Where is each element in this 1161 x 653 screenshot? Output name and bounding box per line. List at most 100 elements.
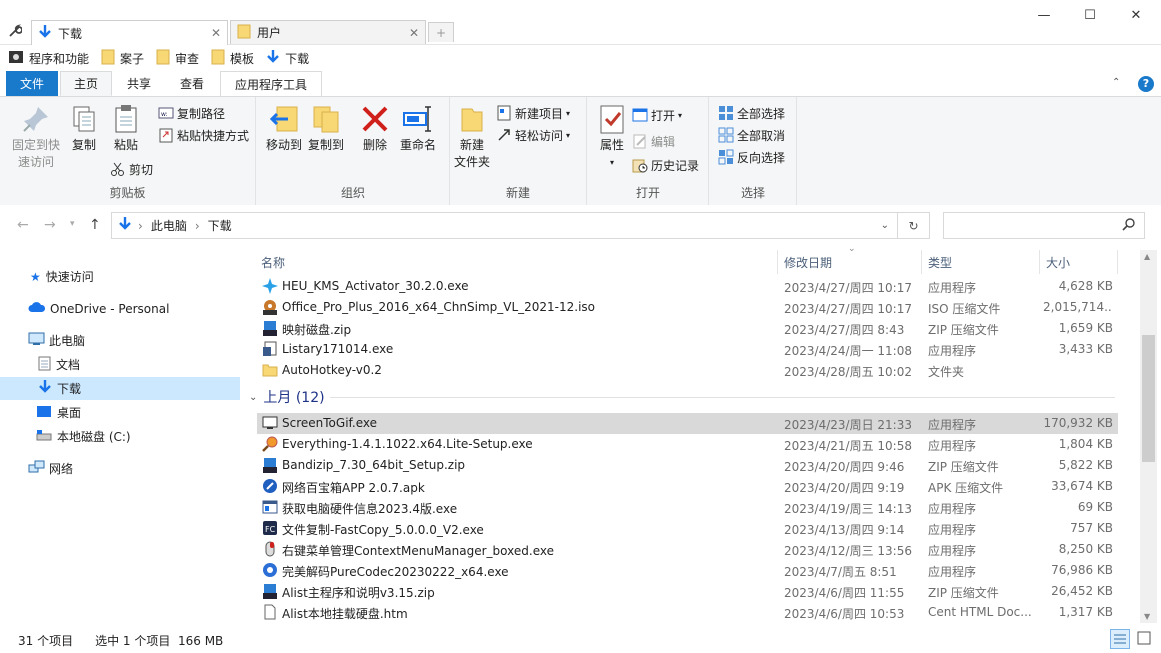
file-row[interactable]: Alist主程序和说明v3.15.zip 2023/4/6/周四 11:55 Z… xyxy=(257,581,1118,602)
copy-button[interactable]: 复制 xyxy=(64,103,104,154)
column-size[interactable]: 大小 xyxy=(1042,250,1118,274)
copy-path-icon: w: xyxy=(158,107,174,119)
group-header-last-month[interactable]: ⌄ 上月 (12) xyxy=(249,387,325,407)
file-row[interactable]: Alist本地挂载硬盘.htm 2023/4/6/周四 10:53 Cent H… xyxy=(257,602,1118,623)
breadcrumb-this-pc[interactable]: 此电脑 xyxy=(151,217,187,234)
pin-quick-access-button[interactable]: 固定到快 速访问 xyxy=(8,103,64,171)
open-button[interactable]: 打开 ▾ xyxy=(632,105,682,125)
wrench-icon[interactable] xyxy=(8,24,23,41)
favorite-programs[interactable]: 程序和功能 xyxy=(8,49,89,68)
close-button[interactable]: ✕ xyxy=(1113,4,1159,26)
nav-quick-access[interactable]: ★ 快速访问 xyxy=(0,265,240,288)
copy-to-button[interactable]: 复制到 xyxy=(305,103,347,154)
file-name: 获取电脑硬件信息2023.4版.exe xyxy=(282,502,458,516)
column-type[interactable]: 类型 xyxy=(924,250,1040,274)
tab-users[interactable]: 用户 ✕ xyxy=(230,20,426,44)
move-to-button[interactable]: 移动到 xyxy=(263,103,305,154)
rename-button[interactable]: 重命名 xyxy=(395,103,441,154)
search-input[interactable] xyxy=(943,212,1145,239)
new-folder-button[interactable]: 新建 文件夹 xyxy=(450,103,494,171)
file-row[interactable]: FC 文件复制-FastCopy_5.0.0.0_V2.exe 2023/4/1… xyxy=(257,518,1118,539)
nav-this-pc[interactable]: 此电脑 xyxy=(0,329,240,352)
back-arrow-icon[interactable]: ← xyxy=(17,217,29,233)
delete-button[interactable]: 删除 xyxy=(355,103,395,154)
file-row[interactable]: HEU_KMS_Activator_30.2.0.exe 2023/4/27/周… xyxy=(257,276,1118,297)
copy-path-button[interactable]: w: 复制路径 xyxy=(158,103,225,123)
app-window-icon xyxy=(262,499,278,515)
file-row[interactable]: 获取电脑硬件信息2023.4版.exe 2023/4/19/周三 14:13 应… xyxy=(257,497,1118,518)
file-type: 应用程序 xyxy=(928,502,977,516)
codec-icon xyxy=(262,562,278,578)
file-row[interactable]: 网络百宝箱APP 2.0.7.apk 2023/4/20/周四 9:19 APK… xyxy=(257,476,1118,497)
address-bar[interactable]: › 此电脑 › 下载 ⌄ xyxy=(111,212,898,239)
file-row[interactable]: Listary171014.exe 2023/4/24/周一 11:08 应用程… xyxy=(257,339,1118,360)
properties-button[interactable]: 属性 ▾ xyxy=(592,103,632,171)
favorite-case[interactable]: 案子 xyxy=(101,49,144,68)
group-label: 上月 (12) xyxy=(263,390,325,406)
file-name: Alist本地挂载硬盘.htm xyxy=(282,607,408,621)
favorite-template[interactable]: 模板 xyxy=(211,49,254,68)
tab-share[interactable]: 共享 xyxy=(112,71,166,96)
nav-desktop[interactable]: 桌面 xyxy=(0,401,240,424)
easy-access-button[interactable]: 轻松访问 ▾ xyxy=(496,125,570,145)
up-arrow-icon[interactable]: ↑ xyxy=(89,217,101,233)
selection-info: 选中 1 个项目 166 MB xyxy=(95,633,224,648)
minimize-button[interactable]: — xyxy=(1021,4,1067,26)
select-none-button[interactable]: 全部取消 xyxy=(718,125,785,145)
cut-button[interactable]: 剪切 xyxy=(110,159,153,179)
collapse-ribbon-icon[interactable]: ⌃ xyxy=(1112,77,1120,88)
history-button[interactable]: 历史记录 xyxy=(632,155,699,175)
favorite-review[interactable]: 审查 xyxy=(156,49,199,68)
tab-downloads[interactable]: 下载 ✕ xyxy=(31,20,228,45)
nav-local-disk[interactable]: 本地磁盘 (C:) xyxy=(0,425,240,448)
tab-app-tools[interactable]: 应用程序工具 xyxy=(220,71,322,96)
scroll-up-icon[interactable]: ▲ xyxy=(1144,252,1150,261)
column-date[interactable]: 修改日期 xyxy=(780,250,922,274)
details-view-icon[interactable] xyxy=(1110,629,1130,649)
address-dropdown-icon[interactable]: ⌄ xyxy=(881,220,889,231)
nav-onedrive[interactable]: OneDrive - Personal xyxy=(0,297,240,320)
edit-button[interactable]: 编辑 xyxy=(632,131,675,151)
help-icon[interactable]: ? xyxy=(1138,76,1154,92)
file-row[interactable]: Office_Pro_Plus_2016_x64_ChnSimp_VL_2021… xyxy=(257,297,1118,318)
tab-view[interactable]: 查看 xyxy=(166,71,218,96)
new-tab-button[interactable]: + xyxy=(428,22,454,42)
favorite-downloads[interactable]: 下载 xyxy=(266,49,309,68)
new-item-button[interactable]: 新建项目 ▾ xyxy=(496,103,570,123)
recent-locations-chevron-icon[interactable]: ▾ xyxy=(70,219,75,229)
tab-close-icon[interactable]: ✕ xyxy=(409,26,419,40)
file-row[interactable]: Everything-1.4.1.1022.x64.Lite-Setup.exe… xyxy=(257,434,1118,455)
history-icon xyxy=(632,159,648,173)
group-label: 选择 xyxy=(740,186,765,200)
nav-downloads[interactable]: 下载 xyxy=(0,377,240,400)
forward-arrow-icon[interactable]: → xyxy=(44,217,56,233)
refresh-button[interactable]: ↻ xyxy=(898,212,930,239)
open-label: 打开 xyxy=(651,108,676,123)
tab-file[interactable]: 文件 xyxy=(6,71,58,96)
nav-network[interactable]: 网络 xyxy=(0,457,240,480)
file-row[interactable]: Bandizip_7.30_64bit_Setup.zip 2023/4/20/… xyxy=(257,455,1118,476)
tab-home[interactable]: 主页 xyxy=(60,71,112,96)
paste-button[interactable]: 粘贴 xyxy=(106,103,146,154)
column-name[interactable]: 名称 xyxy=(257,250,778,274)
zip-icon xyxy=(262,583,278,599)
file-row[interactable]: 完美解码PureCodec20230222_x64.exe 2023/4/7/周… xyxy=(257,560,1118,581)
tab-close-icon[interactable]: ✕ xyxy=(211,26,221,40)
file-row[interactable]: AutoHotkey-v0.2 2023/4/28/周五 10:02 文件夹 xyxy=(257,360,1118,381)
file-row[interactable]: ScreenToGif.exe 2023/4/23/周日 21:33 应用程序 … xyxy=(257,413,1118,434)
paste-label: 粘贴 xyxy=(113,138,138,152)
large-icons-view-icon[interactable] xyxy=(1135,629,1155,649)
file-row[interactable]: 映射磁盘.zip 2023/4/27/周四 8:43 ZIP 压缩文件 1,65… xyxy=(257,318,1118,339)
file-row[interactable]: 右键菜单管理ContextMenuManager_boxed.exe 2023/… xyxy=(257,539,1118,560)
scroll-down-icon[interactable]: ▼ xyxy=(1144,612,1150,621)
file-size: 69 KB xyxy=(1077,500,1113,514)
scrollbar-thumb[interactable] xyxy=(1142,335,1155,462)
easy-access-icon xyxy=(498,129,510,141)
file-name: Bandizip_7.30_64bit_Setup.zip xyxy=(282,458,466,472)
select-all-button[interactable]: 全部选择 xyxy=(718,103,785,123)
breadcrumb-downloads[interactable]: 下载 xyxy=(208,217,232,234)
nav-documents[interactable]: 文档 xyxy=(0,353,240,376)
maximize-button[interactable]: ☐ xyxy=(1067,4,1113,26)
invert-selection-button[interactable]: 反向选择 xyxy=(718,147,785,167)
paste-shortcut-button[interactable]: 粘贴快捷方式 xyxy=(158,125,249,145)
